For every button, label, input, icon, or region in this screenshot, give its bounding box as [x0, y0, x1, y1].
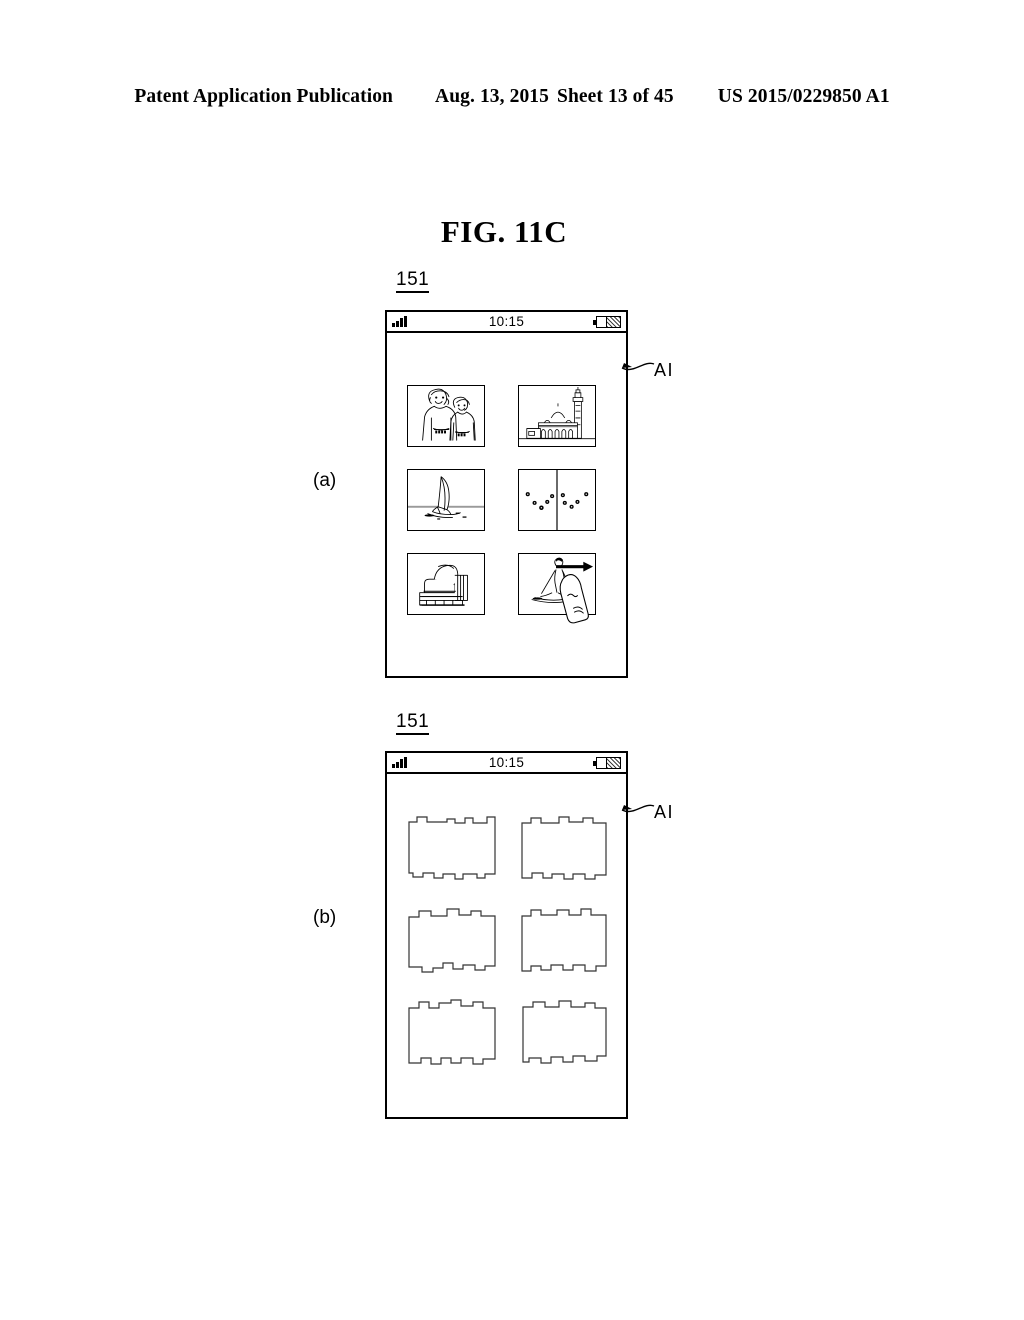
battery-empty: [607, 316, 620, 327]
placeholder-grid: [407, 814, 617, 1066]
jigsaw-placeholder-4[interactable]: [519, 906, 609, 974]
phone-frame-b: 10:15: [385, 751, 628, 1119]
battery-fill: [597, 757, 608, 768]
status-bar-b: 10:15: [387, 753, 626, 774]
jigsaw-placeholder-5[interactable]: [407, 998, 497, 1066]
thumbnail-two-people-portrait[interactable]: [407, 385, 485, 447]
header-sheet: Sheet 13 of 45: [557, 86, 674, 107]
status-time-a: 10:15: [488, 313, 525, 329]
signal-bars-icon: [392, 315, 407, 327]
thumbnail-grid: [407, 385, 607, 624]
jigsaw-placeholder-1[interactable]: [407, 814, 497, 882]
thumbnail-windsurfer[interactable]: [407, 469, 485, 531]
figure-title-text: FIG. 11C: [440, 214, 568, 249]
panel-b-letter: (b): [313, 907, 337, 928]
thumbnail-sofa-furniture[interactable]: [407, 553, 485, 615]
patent-header: Patent Application Publication Aug. 13, …: [0, 86, 1024, 108]
battery-fill: [597, 316, 608, 327]
callout-ai-label-a: AI: [654, 360, 675, 380]
phone-frame-a: 10:15: [385, 310, 628, 678]
thumbnail-mosque-minaret[interactable]: [518, 385, 596, 447]
battery-icon: [593, 315, 621, 328]
thumbnail-night-sky-dots[interactable]: [518, 469, 596, 531]
figure-title: FIG. 11C: [0, 214, 1024, 250]
battery-icon: [593, 756, 621, 769]
jigsaw-placeholder-6[interactable]: [519, 998, 609, 1066]
battery-empty: [607, 757, 620, 768]
panel-a-reference-number: 151: [396, 270, 430, 293]
screen-b: [387, 774, 626, 1119]
callout-ai-label-b: AI: [654, 802, 675, 822]
panel-a-letter: (a): [313, 470, 337, 491]
header-patent-number: US 2015/0229850 A1: [717, 86, 890, 107]
panel-b-reference-number: 151: [396, 712, 430, 735]
status-bar-a: 10:15: [387, 312, 626, 333]
jigsaw-placeholder-2[interactable]: [519, 814, 609, 882]
header-publication: Patent Application Publication: [134, 86, 394, 107]
screen-a: [387, 333, 626, 678]
thumbnail-skier-with-drag-gesture[interactable]: [518, 553, 596, 624]
status-time-b: 10:15: [488, 754, 525, 770]
jigsaw-placeholder-3[interactable]: [407, 906, 497, 974]
signal-bars-icon: [392, 756, 407, 768]
header-date: Aug. 13, 2015: [435, 86, 549, 107]
